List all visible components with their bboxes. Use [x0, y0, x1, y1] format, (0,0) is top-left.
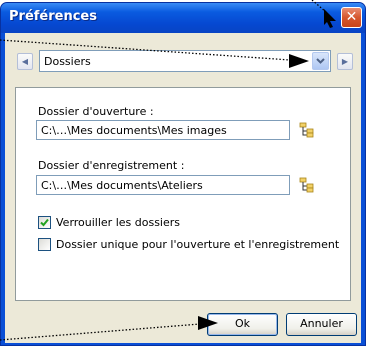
title-bar[interactable]: Préférences ✕: [1, 3, 365, 33]
single-folder-label: Dossier unique pour l'ouverture et l'enr…: [56, 238, 340, 251]
folder-tree-icon[interactable]: [299, 122, 315, 138]
category-selected-value: Dossiers: [44, 55, 91, 68]
folders-panel: Dossier d'ouverture : C:\…\Mes documents…: [15, 87, 351, 301]
folder-tree-icon[interactable]: [299, 177, 315, 193]
pointer-arrow-icon: [198, 316, 218, 330]
open-folder-input[interactable]: C:\…\Mes documents\Mes images: [36, 120, 290, 140]
window-title: Préférences: [9, 9, 97, 24]
lock-folders-label: Verrouiller les dossiers: [56, 216, 181, 229]
preferences-window: Préférences ✕ ◀ Dossiers ▶ Dossier d'ouv…: [0, 2, 366, 346]
arrow-left-icon: ◀: [21, 57, 29, 66]
single-folder-checkbox[interactable]: [38, 238, 51, 251]
save-folder-input[interactable]: C:\…\Mes documents\Ateliers: [36, 175, 290, 195]
arrow-right-icon: ▶: [341, 57, 349, 66]
previous-category-button[interactable]: ◀: [17, 53, 33, 70]
check-icon: [40, 218, 49, 227]
pointer-arrow-icon: [324, 9, 336, 28]
open-folder-label: Dossier d'ouverture :: [38, 105, 154, 118]
close-icon: ✕: [345, 9, 358, 25]
next-category-button[interactable]: ▶: [337, 53, 353, 70]
save-folder-label: Dossier d'enregistrement :: [38, 159, 185, 172]
lock-folders-checkbox[interactable]: [38, 216, 51, 229]
dialog-body: ◀ Dossiers ▶ Dossier d'ouverture : C:\…\…: [5, 33, 361, 343]
close-button[interactable]: ✕: [341, 7, 362, 28]
category-dropdown-button[interactable]: [312, 52, 329, 70]
chevron-down-icon: [316, 58, 325, 64]
cancel-button[interactable]: Annuler: [286, 313, 357, 336]
pointer-arrow-icon: [289, 54, 309, 68]
